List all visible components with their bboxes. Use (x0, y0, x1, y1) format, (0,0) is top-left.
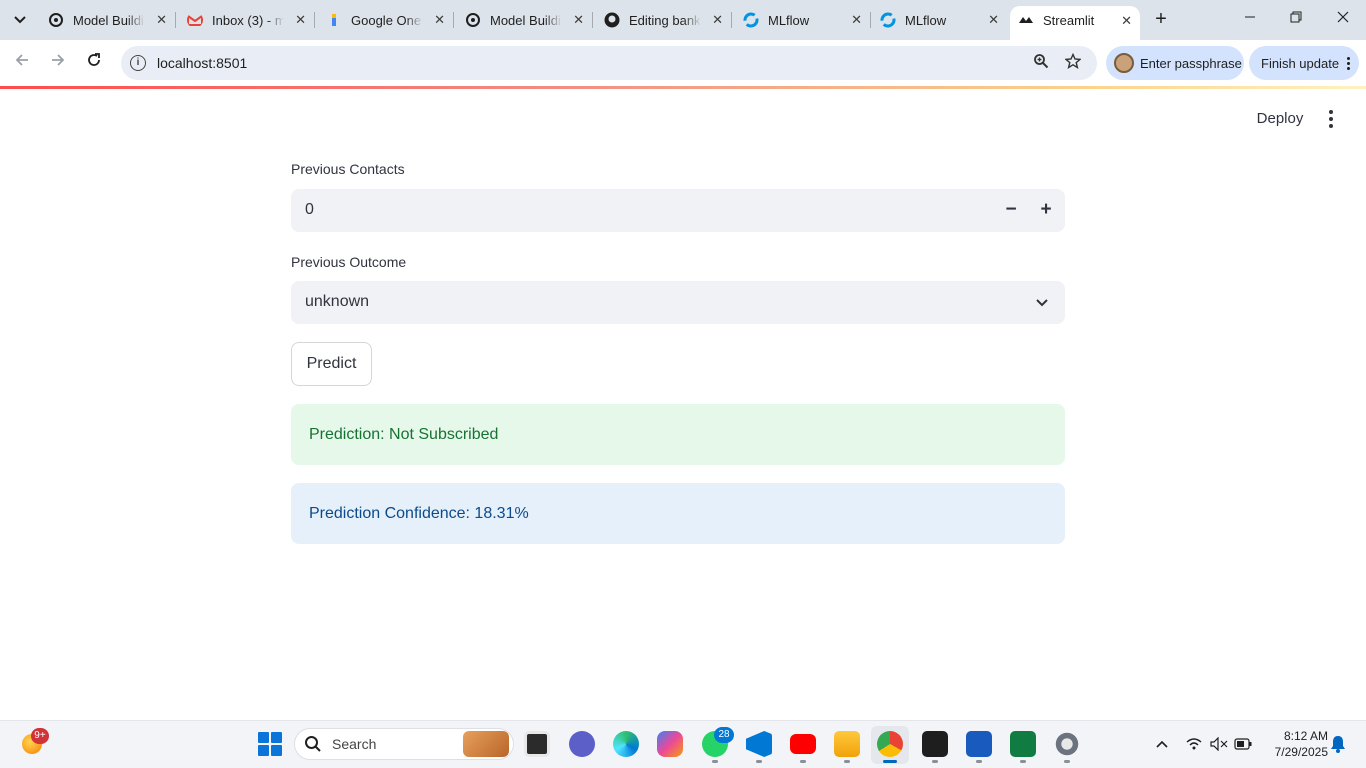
browser-tab-streamlit[interactable]: Streamlit ✕ (1010, 6, 1140, 40)
search-highlight-tiger-icon (463, 731, 509, 757)
close-icon[interactable]: ✕ (988, 12, 999, 28)
predict-button[interactable]: Predict (291, 342, 372, 386)
prediction-alert: Prediction: Not Subscribed (291, 404, 1065, 465)
increment-button[interactable]: + (1034, 199, 1058, 221)
close-icon[interactable]: ✕ (156, 12, 167, 28)
restore-icon[interactable] (1286, 10, 1306, 30)
browser-tab-inbox[interactable]: Inbox (3) - m ✕ (179, 6, 315, 34)
teams-chat-icon[interactable] (569, 731, 595, 757)
file-explorer-icon[interactable] (834, 731, 860, 757)
browser-tab-google-one[interactable]: Google One ✕ (318, 6, 454, 34)
volume-muted-icon[interactable] (1210, 736, 1228, 754)
browser-tab-model-building-1[interactable]: Model Buildi ✕ (40, 6, 176, 34)
close-icon[interactable]: ✕ (434, 12, 445, 28)
confidence-alert: Prediction Confidence: 18.31% (291, 483, 1065, 544)
task-view-icon[interactable] (524, 731, 550, 757)
edge-icon[interactable] (613, 731, 639, 757)
bookmark-star-icon[interactable] (1063, 52, 1083, 73)
tab-title: Streamlit (1043, 12, 1095, 28)
forward-arrow-icon[interactable] (47, 52, 69, 74)
word-icon[interactable] (966, 731, 992, 757)
wifi-icon[interactable] (1186, 738, 1202, 753)
decrement-button[interactable]: − (999, 199, 1023, 221)
settings-gear-icon[interactable] (1054, 731, 1080, 757)
tab-title: MLflow (905, 12, 947, 28)
browser-tab-mlflow-2[interactable]: MLflow ✕ (872, 6, 1007, 34)
streamlit-top-decoration (0, 86, 1366, 89)
mlflow-icon (743, 12, 759, 28)
confidence-text: Prediction Confidence: 18.31% (309, 504, 529, 522)
search-icon (305, 736, 321, 752)
previous-outcome-value[interactable]: unknown (305, 293, 369, 311)
app-menu-icon[interactable] (1319, 108, 1343, 130)
previous-contacts-input[interactable] (291, 189, 1065, 232)
site-info-icon[interactable]: i (130, 55, 146, 71)
streamlit-icon (1019, 17, 1033, 23)
passphrase-label: Enter passphrase (1140, 55, 1242, 71)
back-arrow-icon[interactable] (11, 52, 33, 74)
passphrase-button[interactable]: Enter passphrase (1106, 46, 1244, 80)
prediction-text: Prediction: Not Subscribed (309, 425, 499, 443)
tab-title: Editing bank (629, 12, 701, 28)
tab-title: Model Buildi (490, 12, 561, 28)
browser-menu-icon[interactable] (1347, 56, 1351, 70)
terminal-icon[interactable] (922, 731, 948, 757)
clock-date: 7/29/2025 (1274, 745, 1328, 759)
chrome-icon[interactable] (877, 731, 903, 757)
new-tab-button[interactable]: + (1150, 8, 1172, 30)
github-icon (604, 12, 620, 28)
tab-title: Inbox (3) - m (212, 12, 284, 28)
start-icon[interactable] (258, 732, 282, 756)
zoom-icon[interactable] (1031, 53, 1051, 73)
clock-time: 8:12 AM (1283, 729, 1328, 743)
widgets-badge: 9+ (31, 728, 49, 744)
browser-tab-model-building-2[interactable]: Model Buildi ✕ (457, 6, 593, 34)
show-hidden-icons-chevron-up-icon[interactable] (1156, 736, 1168, 751)
tab-title: Google One (351, 12, 422, 28)
copilot-icon[interactable] (657, 731, 683, 757)
previous-outcome-label: Previous Outcome (291, 254, 407, 270)
openai-icon (49, 13, 63, 27)
reload-icon[interactable] (83, 52, 105, 74)
deploy-button[interactable]: Deploy (1250, 108, 1310, 130)
minimize-icon[interactable] (1240, 10, 1260, 30)
chevron-down-icon[interactable] (1032, 292, 1052, 312)
notification-bell-icon[interactable] (1330, 735, 1346, 756)
finish-update-label: Finish update (1261, 55, 1340, 71)
system-clock[interactable]: 8:12 AM 7/29/2025 (1262, 728, 1328, 760)
close-window-icon[interactable] (1333, 10, 1353, 30)
gmail-icon (187, 14, 203, 26)
finish-update-button[interactable]: Finish update (1249, 46, 1359, 80)
close-icon[interactable]: ✕ (573, 12, 584, 28)
mlflow-icon (880, 12, 896, 28)
previous-contacts-value[interactable]: 0 (305, 201, 314, 219)
battery-icon[interactable] (1234, 738, 1252, 753)
browser-tab-mlflow-1[interactable]: MLflow ✕ (735, 6, 871, 34)
close-icon[interactable]: ✕ (712, 12, 723, 28)
tab-search-chevron-icon[interactable] (6, 7, 34, 33)
excel-icon[interactable] (1010, 731, 1036, 757)
close-icon[interactable]: ✕ (1121, 13, 1132, 29)
openai-icon (466, 13, 480, 27)
taskbar-search-placeholder: Search (332, 736, 377, 752)
whatsapp-badge: 28 (714, 727, 734, 743)
google-one-icon (332, 14, 336, 26)
browser-tab-github[interactable]: Editing bank ✕ (596, 6, 732, 34)
close-icon[interactable]: ✕ (295, 12, 306, 28)
youtube-icon[interactable] (790, 734, 816, 754)
tab-title: Model Buildi (73, 12, 144, 28)
tab-title: MLflow (768, 12, 810, 28)
url-text[interactable]: localhost:8501 (157, 55, 247, 71)
address-bar[interactable] (121, 46, 1097, 80)
previous-outcome-select[interactable] (291, 281, 1065, 324)
profile-avatar-icon (1114, 53, 1134, 73)
previous-contacts-label: Previous Contacts (291, 161, 405, 177)
close-icon[interactable]: ✕ (851, 12, 862, 28)
